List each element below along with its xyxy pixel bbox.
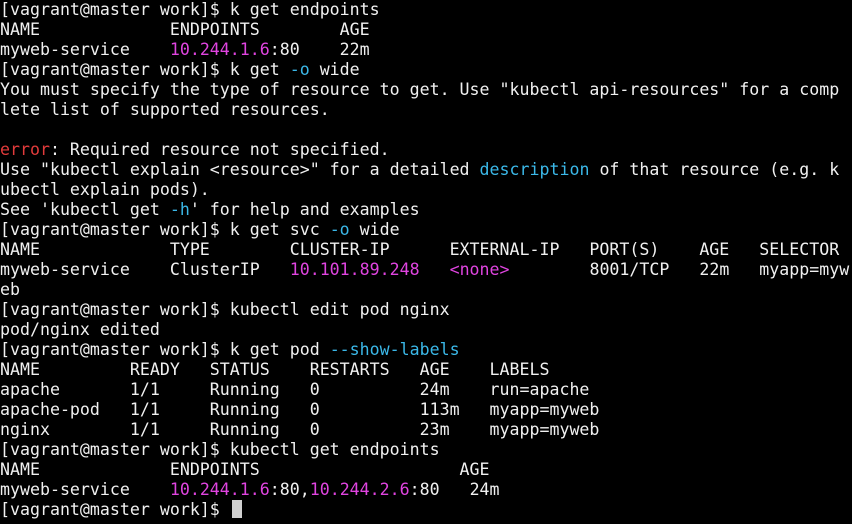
terminal-text: : Required resource not specified.	[49, 140, 390, 159]
terminal-line: myweb-service 10.244.1.6:80 22m	[0, 40, 852, 60]
terminal-text: myweb-service	[0, 40, 170, 59]
terminal-text: apache 1/1 Running 0 24m run=apache	[0, 380, 590, 399]
terminal-line: You must specify the type of resource to…	[0, 80, 852, 100]
terminal-text: nginx 1/1 Running 0 23m myapp=myweb	[0, 420, 600, 439]
terminal-text: [vagrant@master work]$ k get	[0, 60, 290, 79]
terminal-text: [vagrant@master work]$ k get endpoints	[0, 0, 380, 19]
highlight-flag: -h	[169, 200, 190, 219]
terminal-line: apache 1/1 Running 0 24m run=apache	[0, 380, 852, 400]
terminal-line: pod/nginx edited	[0, 320, 852, 340]
terminal-text: eb	[0, 280, 20, 299]
terminal-text: [vagrant@master work]$	[0, 500, 230, 519]
terminal-line: [vagrant@master work]$ k get svc -o wide	[0, 220, 852, 240]
terminal-line: apache-pod 1/1 Running 0 113m myapp=mywe…	[0, 400, 852, 420]
terminal-line: NAME ENDPOINTS AGE	[0, 460, 852, 480]
terminal-text: ' for help and examples	[189, 200, 420, 219]
terminal-line: myweb-service ClusterIP 10.101.89.248 <n…	[0, 260, 852, 280]
highlight-error: error	[0, 140, 50, 159]
terminal-line: NAME ENDPOINTS AGE	[0, 20, 852, 40]
terminal-text: apache-pod 1/1 Running 0 113m myapp=mywe…	[0, 400, 600, 419]
terminal-text: pod/nginx edited	[0, 320, 160, 339]
terminal-line: [vagrant@master work]$ k get -o wide	[0, 60, 852, 80]
terminal-text: NAME READY STATUS RESTARTS AGE LABELS	[0, 360, 550, 379]
terminal-text: [vagrant@master work]$ kubectl edit pod …	[0, 300, 450, 319]
terminal-line: NAME TYPE CLUSTER-IP EXTERNAL-IP PORT(S)…	[0, 240, 852, 260]
terminal-text: ubectl explain pods).	[0, 180, 210, 199]
terminal-text: [vagrant@master work]$ kubectl get endpo…	[0, 440, 440, 459]
terminal-prompt-line[interactable]: [vagrant@master work]$	[0, 500, 852, 520]
highlight-ip: 10.244.1.6	[169, 40, 270, 59]
highlight-ip: 10.244.1.6	[169, 480, 270, 499]
terminal-text: :80 22m	[269, 40, 370, 59]
terminal-line: myweb-service 10.244.1.6:80,10.244.2.6:8…	[0, 480, 852, 500]
terminal-text: NAME ENDPOINTS AGE	[0, 460, 490, 479]
terminal-text: 8001/TCP 22m myapp=myw	[509, 260, 850, 279]
terminal-text: :80,	[269, 480, 310, 499]
terminal-line: [vagrant@master work]$ k get pod --show-…	[0, 340, 852, 360]
terminal-line: Use "kubectl explain <resource>" for a d…	[0, 160, 852, 180]
terminal-line: nginx 1/1 Running 0 23m myapp=myweb	[0, 420, 852, 440]
terminal-line: [vagrant@master work]$ k get endpoints	[0, 0, 852, 20]
terminal-line: ubectl explain pods).	[0, 180, 852, 200]
terminal-line: [vagrant@master work]$ kubectl get endpo…	[0, 440, 852, 460]
terminal-text: Use "kubectl explain <resource>" for a d…	[0, 160, 480, 179]
terminal-window[interactable]: [vagrant@master work]$ k get endpoints NA…	[0, 0, 852, 524]
terminal-text: wide	[309, 60, 360, 79]
terminal-line: [vagrant@master work]$ kubectl edit pod …	[0, 300, 852, 320]
terminal-text: You must specify the type of resource to…	[0, 80, 840, 99]
terminal-text: [vagrant@master work]$ k get pod	[0, 340, 330, 359]
terminal-line: error: Required resource not specified.	[0, 140, 852, 160]
terminal-line: See 'kubectl get -h' for help and exampl…	[0, 200, 852, 220]
terminal-line: NAME READY STATUS RESTARTS AGE LABELS	[0, 360, 852, 380]
terminal-line: lete list of supported resources.	[0, 100, 852, 120]
terminal-text: lete list of supported resources.	[0, 100, 330, 119]
terminal-line: eb	[0, 280, 852, 300]
highlight-flag: -o	[289, 60, 310, 79]
terminal-text: See 'kubectl get	[0, 200, 170, 219]
terminal-text: of that resource (e.g. k	[589, 160, 840, 179]
terminal-text: NAME TYPE CLUSTER-IP EXTERNAL-IP PORT(S)…	[0, 240, 840, 259]
highlight-ip: 10.244.2.6	[309, 480, 410, 499]
highlight-flag: --show-labels	[329, 340, 460, 359]
cursor-block	[231, 500, 242, 518]
highlight-flag: description	[479, 160, 590, 179]
terminal-text: myweb-service	[0, 480, 170, 499]
terminal-text: :80 24m	[409, 480, 500, 499]
terminal-output: [vagrant@master work]$ k get endpoints NA…	[0, 0, 852, 520]
terminal-text: myweb-service ClusterIP	[0, 260, 290, 279]
highlight-flag: -o	[329, 220, 350, 239]
highlight-ip: <none>	[449, 260, 510, 279]
terminal-text: NAME ENDPOINTS AGE	[0, 20, 370, 39]
highlight-ip: 10.101.89.248	[289, 260, 420, 279]
terminal-text: [vagrant@master work]$ k get svc	[0, 220, 330, 239]
terminal-text: wide	[349, 220, 400, 239]
